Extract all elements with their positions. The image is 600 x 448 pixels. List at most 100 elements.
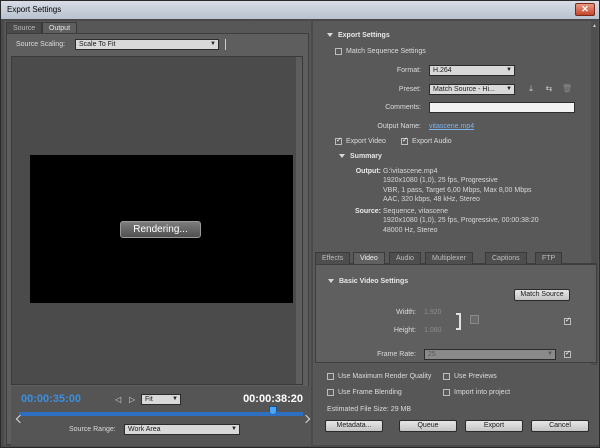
queue-button[interactable]: Queue — [399, 420, 457, 432]
save-preset-icon[interactable]: ⤓ — [526, 84, 536, 93]
summary-source-label: Source: — [337, 207, 381, 216]
frame-blending-checkbox[interactable] — [327, 389, 334, 396]
chevron-down-icon: ▼ — [547, 351, 553, 357]
tab-multiplexer[interactable]: Multiplexer — [425, 252, 473, 264]
preset-dropdown[interactable]: Match Source - Hi... ▼ — [429, 84, 515, 95]
format-dropdown[interactable]: H.264 ▼ — [429, 65, 515, 76]
video-settings-pane: Basic Video Settings Match Source Width:… — [315, 264, 597, 363]
output-name-link[interactable]: vitascene.mp4 — [429, 123, 474, 130]
use-previews-label: Use Previews — [454, 373, 497, 380]
set-out-point-icon[interactable]: ▷ — [129, 395, 135, 404]
import-preset-icon[interactable]: ⇆ — [544, 84, 554, 93]
comments-field[interactable] — [429, 102, 575, 113]
cancel-button[interactable]: Cancel — [531, 420, 589, 432]
export-video-checkbox[interactable] — [335, 136, 342, 145]
frame-rate-value: 25 — [428, 351, 436, 358]
tab-output[interactable]: Output — [42, 22, 78, 33]
frame-rate-dropdown[interactable]: 25 ▼ — [424, 349, 556, 360]
frame-rate-override-checkbox[interactable] — [564, 349, 571, 358]
video-frame: Rendering... — [30, 155, 293, 303]
use-previews-checkbox[interactable] — [443, 373, 450, 380]
export-settings-heading-text: Export Settings — [338, 32, 390, 39]
export-options-footer: Use Maximum Render Quality Use Previews … — [315, 365, 597, 443]
source-scaling-dropdown[interactable]: Scale To Fit ▼ — [75, 39, 219, 50]
export-audio-label: Export Audio — [412, 138, 452, 145]
metadata-button[interactable]: Metadata... — [325, 420, 383, 432]
export-audio-checkbox[interactable] — [401, 136, 408, 145]
format-value: H.264 — [433, 67, 452, 74]
set-in-point-icon[interactable]: ◁ — [115, 395, 121, 404]
chevron-down-icon: ▼ — [506, 86, 512, 92]
delete-preset-icon[interactable]: 🗑 — [562, 84, 572, 93]
width-label: Width: — [396, 309, 416, 316]
preset-label: Preset: — [398, 86, 421, 93]
settings-tabs: Effects Video Audio Multiplexer Captions… — [315, 252, 597, 264]
basic-video-heading[interactable]: Basic Video Settings — [328, 278, 408, 285]
preview-scrollbar[interactable] — [296, 57, 302, 384]
import-into-project-label: Import into project — [454, 389, 511, 396]
chevron-down-icon: ▼ — [210, 41, 216, 47]
tab-video[interactable]: Video — [353, 252, 385, 264]
summary-heading-text: Summary — [350, 153, 382, 160]
summary-output-label: Output: — [337, 167, 381, 176]
basic-video-heading-text: Basic Video Settings — [339, 278, 409, 285]
summary-output-line: AAC, 320 kbps, 48 kHz, Stereo — [383, 195, 480, 203]
width-value[interactable]: 1.920 — [424, 309, 442, 316]
export-settings-window: Export Settings ✕ Source Output Source S… — [0, 0, 600, 448]
estimated-file-size: Estimated File Size: 29 MB — [327, 406, 412, 413]
collapse-triangle-icon — [328, 279, 334, 284]
output-name-label: Output Name: — [377, 123, 421, 130]
source-range-dropdown[interactable]: Work Area ▼ — [124, 424, 240, 435]
height-value[interactable]: 1.080 — [424, 327, 442, 334]
close-icon[interactable]: ✕ — [575, 3, 595, 16]
timeline-bar: 00:00:35:00 ◁ ▷ Fit ▼ 00:00:38:20 — [11, 386, 311, 446]
max-render-quality-label: Use Maximum Render Quality — [338, 373, 432, 380]
chevron-down-icon: ▼ — [506, 67, 512, 73]
source-scaling-label: Source Scaling: — [16, 41, 66, 48]
timeline-track[interactable] — [19, 412, 303, 416]
source-scaling-value: Scale To Fit — [79, 41, 116, 48]
export-button[interactable]: Export — [465, 420, 523, 432]
tab-ftp[interactable]: FTP — [535, 252, 563, 264]
match-sequence-label: Match Sequence Settings — [346, 48, 426, 55]
zoom-dropdown[interactable]: Fit ▼ — [141, 394, 181, 405]
rendering-indicator: Rendering... — [120, 221, 201, 238]
frame-rate-label: Frame Rate: — [377, 351, 416, 358]
summary-heading[interactable]: Summary — [339, 153, 382, 160]
tab-audio[interactable]: Audio — [389, 252, 421, 264]
tab-effects[interactable]: Effects — [315, 252, 351, 264]
tab-captions[interactable]: Captions — [485, 252, 527, 264]
summary-output-line: 1920x1080 (1,0), 25 fps, Progressive — [383, 177, 498, 185]
source-range-value: Work Area — [128, 426, 161, 433]
chevron-down-icon: ▼ — [172, 396, 178, 402]
constrain-proportions-icon[interactable] — [470, 315, 479, 324]
preview-panel: Source Output Source Scaling: Scale To F… — [4, 21, 311, 446]
link-bracket-icon — [456, 313, 461, 330]
collapse-triangle-icon — [339, 154, 345, 159]
match-sequence-checkbox[interactable] — [335, 48, 342, 55]
summary-source-line: 48000 Hz, Stereo — [383, 226, 438, 234]
output-tab-pane: Source Scaling: Scale To Fit ▼ Rendering… — [6, 33, 311, 446]
scroll-up-icon[interactable]: ▲ — [592, 23, 597, 29]
video-preview-area: Rendering... — [11, 56, 303, 385]
summary-output-line: VBR, 1 pass, Target 6,00 Mbps, Max 8,00 … — [383, 186, 532, 194]
export-video-label: Export Video — [346, 138, 386, 145]
import-into-project-checkbox[interactable] — [443, 389, 450, 396]
max-render-quality-checkbox[interactable] — [327, 373, 334, 380]
preset-value: Match Source - Hi... — [433, 86, 495, 93]
out-point-marker[interactable] — [301, 414, 311, 424]
frame-blending-label: Use Frame Blending — [338, 389, 402, 396]
in-point-marker[interactable] — [15, 414, 25, 424]
format-label: Format: — [396, 67, 421, 74]
settings-panel: ▲ Export Settings Match Sequence Setting… — [313, 21, 599, 445]
summary-source-label-text: Source: — [354, 208, 381, 215]
width-override-checkbox[interactable] — [564, 316, 571, 325]
match-source-button[interactable]: Match Source — [514, 289, 570, 301]
export-settings-heading[interactable]: Export Settings — [327, 32, 390, 39]
comments-label: Comments: — [385, 104, 421, 111]
summary-output-label-text: Output: — [355, 168, 381, 175]
source-range-label: Source Range: — [69, 426, 116, 433]
current-timecode[interactable]: 00:00:35:00 — [21, 393, 81, 405]
tab-source[interactable]: Source — [6, 22, 43, 33]
summary-source-details: Sequence, vitascene 1920x1080 (1,0), 25 … — [383, 207, 539, 235]
